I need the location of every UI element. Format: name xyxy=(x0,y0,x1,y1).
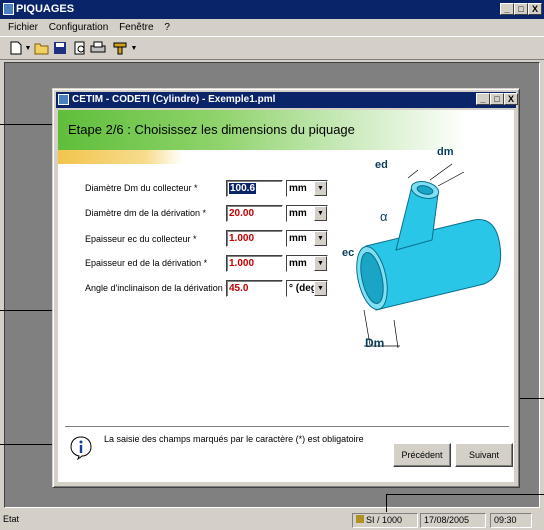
status-units: SI / 1000 xyxy=(366,515,403,525)
minimize-button[interactable]: _ xyxy=(500,3,514,15)
window-icon xyxy=(58,94,69,105)
ed-derivation-unit-select[interactable]: mm ▼ xyxy=(286,255,328,272)
ec-collecteur-unit-select[interactable]: mm ▼ xyxy=(286,230,328,247)
ec-collecteur-input[interactable]: 1.000 xyxy=(226,230,283,247)
dm-derivation-input[interactable]: 20.00 xyxy=(226,205,283,222)
label-Dm: Dm xyxy=(365,336,385,350)
dm-collecteur-unit-select[interactable]: mm ▼ xyxy=(286,180,328,197)
print-icon[interactable] xyxy=(90,41,106,57)
field-label-angle: Angle d'inclinaison de la dérivation * xyxy=(85,283,229,293)
app-title: PIQUAGES xyxy=(16,3,75,15)
unit-value: mm xyxy=(289,183,307,194)
menu-fichier[interactable]: Fichier xyxy=(8,22,38,33)
child-maximize-button[interactable]: □ xyxy=(490,93,504,105)
field-label-dm-collecteur: Diamètre Dm du collecteur * xyxy=(85,183,198,193)
toolbar: ▼ ▼ xyxy=(0,36,544,60)
unit-value: mm xyxy=(289,208,307,219)
unit-value: mm xyxy=(289,258,307,269)
unit-value: mm xyxy=(289,233,307,244)
info-icon xyxy=(70,436,92,460)
wizard-title-bar: CETIM - CODETI (Cylindre) - Exemple1.pml… xyxy=(56,92,518,108)
field-label-ed-derivation: Epaisseur ed de la dérivation * xyxy=(85,258,208,268)
status-bar: Etat SI / 1000 17/08/2005 09:30 xyxy=(0,510,544,530)
angle-input[interactable]: 45.0 xyxy=(226,280,283,297)
callout-line xyxy=(386,494,544,495)
status-state: Etat xyxy=(3,514,20,524)
next-button[interactable]: Suivant xyxy=(455,443,513,467)
dm-collecteur-value: 100.6 xyxy=(229,183,257,194)
menu-fenetre[interactable]: Fenêtre xyxy=(119,22,153,33)
previous-button[interactable]: Précédent xyxy=(393,443,451,467)
wizard-title: CETIM - CODETI (Cylindre) - Exemple1.pml xyxy=(72,94,276,105)
step-banner: Etape 2/6 : Choisissez les dimensions du… xyxy=(58,110,514,150)
accent-bar xyxy=(58,150,183,164)
status-units-panel: SI / 1000 xyxy=(352,513,418,528)
step-title: Etape 2/6 : Choisissez les dimensions du… xyxy=(68,122,355,137)
callout-line xyxy=(0,124,54,125)
chevron-down-icon[interactable]: ▼ xyxy=(314,256,327,271)
chevron-down-icon[interactable]: ▼ xyxy=(314,206,327,221)
dm-derivation-unit-select[interactable]: mm ▼ xyxy=(286,205,328,222)
open-folder-icon[interactable] xyxy=(34,41,50,57)
wizard-body: Etape 2/6 : Choisissez les dimensions du… xyxy=(58,110,514,482)
units-icon xyxy=(356,515,364,523)
maximize-button[interactable]: □ xyxy=(514,3,528,15)
separator xyxy=(65,426,509,428)
label-dm: dm xyxy=(437,146,454,158)
menu-configuration[interactable]: Configuration xyxy=(49,22,108,33)
menu-help[interactable]: ? xyxy=(164,22,170,33)
field-label-ec-collecteur: Epaisseur ec du collecteur * xyxy=(85,234,197,244)
ed-derivation-input[interactable]: 1.000 xyxy=(226,255,283,272)
save-icon[interactable] xyxy=(52,41,68,57)
print-preview-icon[interactable] xyxy=(72,41,88,57)
menu-bar: Fichier Configuration Fenêtre ? xyxy=(0,19,544,36)
app-title-bar: PIQUAGES _ □ X xyxy=(0,0,544,19)
label-ec: ec xyxy=(342,247,355,259)
child-close-button[interactable]: X xyxy=(504,93,518,105)
angle-unit-select[interactable]: ° (deg) ▼ xyxy=(286,280,328,297)
status-date: 17/08/2005 xyxy=(420,513,486,528)
chevron-down-icon[interactable]: ▼ xyxy=(314,281,327,296)
chevron-down-icon[interactable]: ▼ xyxy=(314,181,327,196)
pipe-diagram xyxy=(356,163,502,349)
field-label-dm-derivation: Diamètre dm de la dérivation * xyxy=(85,208,207,218)
status-time: 09:30 xyxy=(490,513,532,528)
info-text: La saisie des champs marqués par le cara… xyxy=(104,434,364,444)
app-icon xyxy=(3,3,14,15)
chevron-down-icon[interactable]: ▼ xyxy=(314,231,327,246)
callout-line xyxy=(0,310,54,311)
close-button[interactable]: X xyxy=(528,3,542,15)
chevron-down-icon[interactable]: ▼ xyxy=(126,41,142,57)
label-ed: ed xyxy=(375,159,388,171)
label-alpha: α xyxy=(380,209,388,224)
child-minimize-button[interactable]: _ xyxy=(476,93,490,105)
dm-collecteur-input[interactable]: 100.6 xyxy=(226,180,283,197)
wizard-window: CETIM - CODETI (Cylindre) - Exemple1.pml… xyxy=(52,88,520,488)
